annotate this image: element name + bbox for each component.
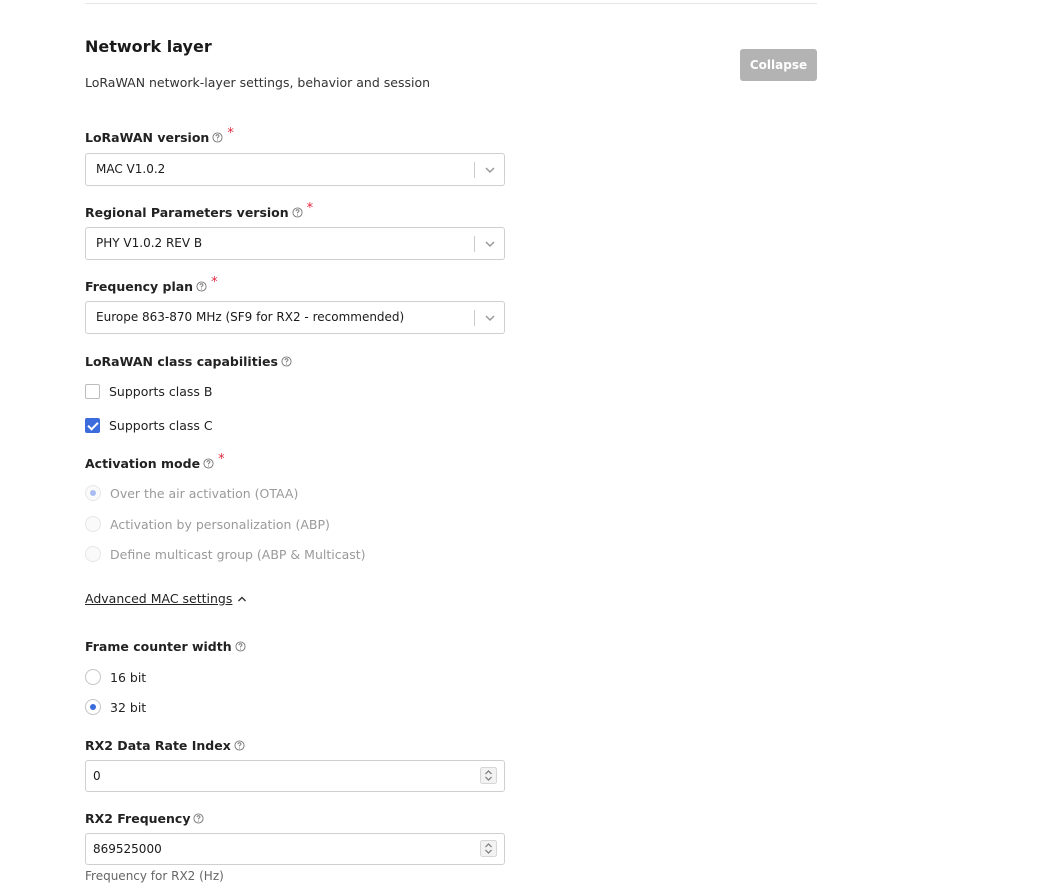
activation-otaa-radio[interactable] xyxy=(85,485,101,501)
advanced-mac-settings-label: Advanced MAC settings xyxy=(85,591,233,606)
advanced-mac-settings-toggle[interactable]: Advanced MAC settings xyxy=(85,591,247,606)
regional-params-select[interactable]: PHY V1.0.2 REV B xyxy=(85,227,505,260)
section-description: LoRaWAN network-layer settings, behavior… xyxy=(85,75,431,90)
select-separator xyxy=(474,310,475,326)
class-b-option[interactable]: Supports class B xyxy=(85,382,212,400)
spinner-arrows-icon[interactable] xyxy=(480,767,497,784)
frequency-plan-value: Europe 863-870 MHz (SF9 for RX2 - recomm… xyxy=(96,310,405,324)
frequency-plan-label-text: Frequency plan xyxy=(85,278,194,294)
frame-counter-label-text: Frame counter width xyxy=(85,638,232,654)
rx2-frequency-input[interactable]: 869525000 xyxy=(85,833,505,865)
frame-counter-16-option[interactable]: 16 bit xyxy=(85,668,146,686)
activation-abp-radio[interactable] xyxy=(85,516,101,532)
frame-counter-16-radio[interactable] xyxy=(85,669,101,685)
chevron-down-icon[interactable] xyxy=(484,312,496,324)
rx2-data-rate-input[interactable]: 0 xyxy=(85,760,505,792)
activation-multicast-radio[interactable] xyxy=(85,546,101,562)
lorawan-version-label: LoRaWAN version * xyxy=(85,125,234,146)
rx2-data-rate-label: RX2 Data Rate Index xyxy=(85,736,245,754)
activation-multicast-label: Define multicast group (ABP & Multicast) xyxy=(110,546,366,562)
lorawan-version-value: MAC V1.0.2 xyxy=(96,162,166,176)
frame-counter-32-radio[interactable] xyxy=(85,699,101,715)
help-icon[interactable] xyxy=(234,739,245,751)
collapse-button[interactable]: Collapse xyxy=(740,49,817,81)
frame-counter-label: Frame counter width xyxy=(85,637,246,655)
activation-abp-label: Activation by personalization (ABP) xyxy=(110,516,330,532)
rx2-frequency-hint: Frequency for RX2 (Hz) xyxy=(85,869,224,883)
top-divider xyxy=(85,3,817,4)
activation-otaa-label: Over the air activation (OTAA) xyxy=(110,485,299,501)
activation-mode-label-text: Activation mode xyxy=(85,455,201,471)
network-layer-form: Network layer LoRaWAN network-layer sett… xyxy=(0,0,1045,891)
class-b-checkbox[interactable] xyxy=(85,383,100,399)
class-capabilities-label: LoRaWAN class capabilities xyxy=(85,352,292,370)
rx2-frequency-value: 869525000 xyxy=(93,842,162,856)
select-separator xyxy=(474,162,475,178)
help-icon[interactable] xyxy=(193,812,205,824)
chevron-down-icon[interactable] xyxy=(484,238,496,250)
chevron-up-icon xyxy=(238,596,247,601)
help-icon[interactable] xyxy=(235,640,246,652)
section-title: Network layer xyxy=(85,37,212,56)
required-marker: * xyxy=(218,451,225,467)
class-c-label: Supports class C xyxy=(109,417,213,433)
class-c-checkbox[interactable] xyxy=(85,417,100,433)
frequency-plan-label: Frequency plan * xyxy=(85,274,218,295)
activation-mode-label: Activation mode * xyxy=(85,451,225,472)
lorawan-version-select[interactable]: MAC V1.0.2 xyxy=(85,153,505,186)
help-icon[interactable] xyxy=(196,280,207,292)
frame-counter-32-label: 32 bit xyxy=(110,699,147,715)
required-marker: * xyxy=(211,274,218,290)
regional-params-label: Regional Parameters version * xyxy=(85,200,314,221)
help-icon[interactable] xyxy=(203,457,214,469)
class-b-label: Supports class B xyxy=(109,383,213,399)
regional-params-value: PHY V1.0.2 REV B xyxy=(96,236,203,250)
required-marker: * xyxy=(227,125,234,141)
required-marker: * xyxy=(306,200,314,216)
rx2-frequency-label-text: RX2 Frequency xyxy=(85,810,191,826)
class-c-option[interactable]: Supports class C xyxy=(85,416,213,434)
spinner-arrows-icon[interactable] xyxy=(480,840,497,857)
rx2-data-rate-value: 0 xyxy=(93,769,101,783)
chevron-down-icon[interactable] xyxy=(484,164,496,176)
help-icon[interactable] xyxy=(212,131,223,143)
class-capabilities-label-text: LoRaWAN class capabilities xyxy=(85,353,278,369)
lorawan-version-label-text: LoRaWAN version xyxy=(85,129,210,145)
rx2-frequency-label: RX2 Frequency xyxy=(85,809,205,827)
frequency-plan-select[interactable]: Europe 863-870 MHz (SF9 for RX2 - recomm… xyxy=(85,301,505,334)
frame-counter-16-label: 16 bit xyxy=(110,669,147,685)
help-icon[interactable] xyxy=(292,206,303,218)
activation-abp-option[interactable]: Activation by personalization (ABP) xyxy=(85,515,330,533)
regional-params-label-text: Regional Parameters version xyxy=(85,204,289,220)
activation-otaa-option[interactable]: Over the air activation (OTAA) xyxy=(85,484,298,502)
help-icon[interactable] xyxy=(281,355,292,367)
activation-multicast-option[interactable]: Define multicast group (ABP & Multicast) xyxy=(85,545,366,563)
rx2-data-rate-label-text: RX2 Data Rate Index xyxy=(85,737,231,753)
frame-counter-32-option[interactable]: 32 bit xyxy=(85,698,146,716)
select-separator xyxy=(474,236,475,252)
